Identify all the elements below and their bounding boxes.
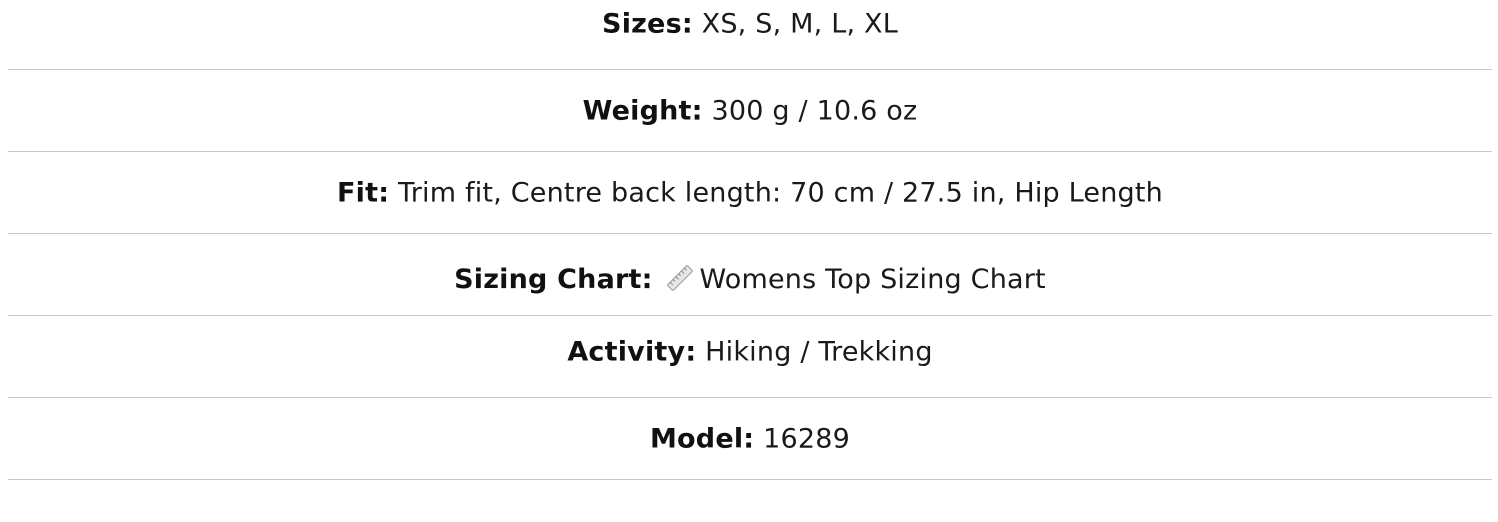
spec-value-sizes: XS, S, M, L, XL — [701, 8, 898, 40]
spec-row-weight: Weight: 300 g / 10.6 oz — [8, 70, 1492, 152]
sizing-chart-link[interactable]: Womens Top Sizing Chart — [661, 263, 1046, 295]
spec-label-weight: Weight: — [582, 95, 703, 126]
spec-value-activity: Hiking / Trekking — [705, 336, 933, 368]
ruler-icon — [665, 263, 695, 293]
sizing-chart-link-text[interactable]: Womens Top Sizing Chart — [699, 264, 1045, 295]
spec-row-sizes: Sizes: XS, S, M, L, XL — [8, 0, 1492, 70]
spec-label-fit: Fit: — [336, 177, 390, 208]
spec-value-weight: 300 g / 10.6 oz — [711, 95, 918, 126]
spec-value-fit: Trim fit, Centre back length: 70 cm / 27… — [397, 177, 1163, 208]
spec-label-activity: Activity: — [567, 336, 697, 368]
spec-row-sizing-chart: Sizing Chart: Womens Top Sizing Chart — [8, 234, 1492, 316]
spec-label-sizing-chart: Sizing Chart: — [454, 264, 653, 295]
product-specs-list: Sizes: XS, S, M, L, XL Weight: 300 g / 1… — [8, 0, 1492, 480]
spec-row-fit: Fit: Trim fit, Centre back length: 70 cm… — [8, 152, 1492, 234]
spec-row-activity: Activity: Hiking / Trekking — [8, 316, 1492, 398]
spec-row-model: Model: 16289 — [8, 398, 1492, 480]
spec-label-sizes: Sizes: — [602, 8, 693, 40]
spec-value-model: 16289 — [763, 423, 850, 454]
spec-label-model: Model: — [649, 423, 755, 454]
